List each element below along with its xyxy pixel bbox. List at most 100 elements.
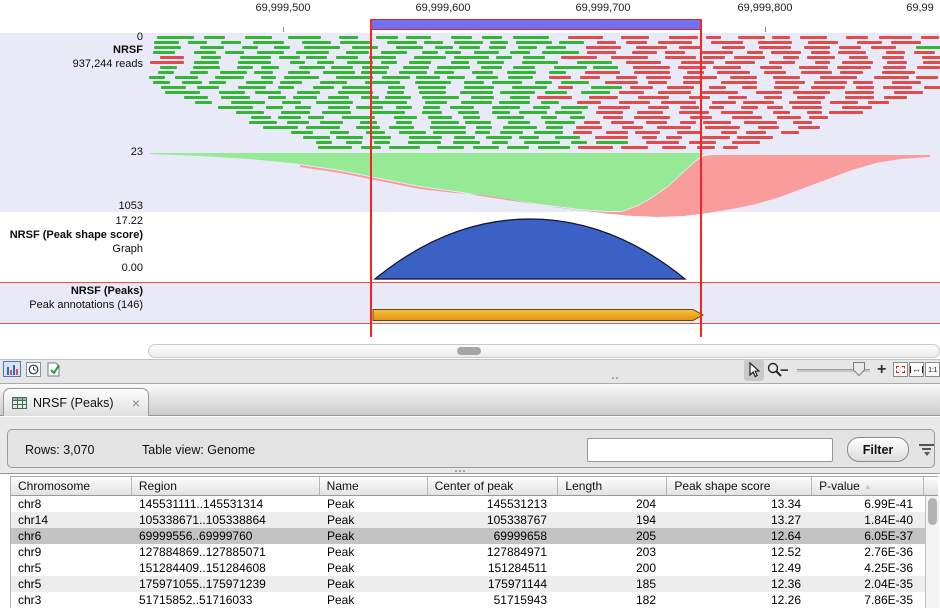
table-row[interactable]: chr14105338671..105338864Peak10533876719… xyxy=(11,512,938,528)
cell: 127884971 xyxy=(428,544,559,560)
read xyxy=(396,106,413,109)
read xyxy=(362,66,389,69)
read xyxy=(316,101,353,104)
read xyxy=(549,71,566,74)
column-header-label: Peak shape score xyxy=(674,479,770,493)
tab-close-icon[interactable]: × xyxy=(132,396,140,410)
scrollbar-thumb[interactable] xyxy=(928,498,937,525)
column-header-label: Chromosome xyxy=(18,479,90,493)
table-splitter-grip[interactable] xyxy=(455,470,465,472)
read xyxy=(801,71,833,74)
read xyxy=(646,141,679,144)
zoom-out-button[interactable]: − xyxy=(780,363,789,378)
column-header-region[interactable]: Region xyxy=(132,477,320,495)
read xyxy=(554,66,587,69)
read xyxy=(336,76,373,79)
read xyxy=(281,111,311,114)
read xyxy=(887,61,907,64)
table-row[interactable]: chr9127884869..127885071Peak127884971203… xyxy=(11,544,938,560)
column-header-center-of-peak[interactable]: Center of peak xyxy=(428,477,559,495)
scrollbar-thumb[interactable] xyxy=(457,347,481,355)
read xyxy=(302,41,332,44)
table-search-input[interactable] xyxy=(587,438,833,462)
read xyxy=(756,91,782,94)
read xyxy=(154,41,179,44)
read xyxy=(634,116,671,119)
track-view-icon[interactable] xyxy=(3,361,21,377)
pointer-tool-icon[interactable] xyxy=(744,359,764,381)
read xyxy=(389,126,414,129)
read xyxy=(297,91,320,94)
cell: chr8 xyxy=(11,496,132,512)
zoom-slider-thumb[interactable] xyxy=(853,362,865,381)
read xyxy=(460,91,493,94)
validate-document-icon[interactable] xyxy=(46,361,61,377)
cell: 145531111..145531314 xyxy=(132,496,320,512)
filter-button[interactable]: Filter xyxy=(847,437,909,462)
track-horizontal-scrollbar[interactable] xyxy=(148,344,940,358)
read xyxy=(288,71,311,74)
splitter-grip[interactable] xyxy=(612,377,618,379)
annotation-shape[interactable] xyxy=(373,310,703,321)
table-row[interactable]: chr5151284409..151284608Peak151284511200… xyxy=(11,560,938,576)
read xyxy=(201,56,222,59)
zoom-to-selection-button[interactable] xyxy=(893,362,908,377)
table-row[interactable]: chr669999556..69999760Peak6999965820512.… xyxy=(11,528,938,544)
read xyxy=(657,126,691,129)
zoom-in-button[interactable]: + xyxy=(877,362,886,377)
history-clock-icon[interactable] xyxy=(26,362,41,377)
advanced-filter-icon[interactable] xyxy=(918,444,935,457)
one-to-one-zoom-button[interactable]: 1:1 xyxy=(925,362,940,377)
table-row[interactable]: chr351715852..51716033Peak5171594318212.… xyxy=(11,592,938,608)
sort-ascending-icon: ▲ xyxy=(864,482,872,491)
cell: 175971055..175971239 xyxy=(132,576,320,592)
fit-width-button[interactable]: ↔ xyxy=(909,362,924,377)
read xyxy=(680,106,698,109)
read xyxy=(340,41,370,44)
read xyxy=(193,66,220,69)
cell: 2.76E-36 xyxy=(813,544,925,560)
column-header-name[interactable]: Name xyxy=(320,477,428,495)
read xyxy=(561,81,590,84)
read xyxy=(422,51,439,54)
ruler-tick xyxy=(765,27,766,32)
peak-annotation-arrow[interactable] xyxy=(148,306,940,324)
read xyxy=(723,146,739,149)
read xyxy=(221,41,241,44)
column-header-label: Region xyxy=(139,479,177,493)
tab-bar: NRSF (Peaks) × xyxy=(0,384,940,416)
cell: Peak xyxy=(320,512,428,528)
table-body: chr8145531111..145531314Peak145531213204… xyxy=(11,496,938,608)
table-row[interactable]: chr8145531111..145531314Peak145531213204… xyxy=(11,496,938,512)
read xyxy=(728,96,748,99)
read xyxy=(381,61,398,64)
column-header-length[interactable]: Length xyxy=(558,477,667,495)
read xyxy=(811,86,845,89)
column-header-p-value[interactable]: P-value▲ xyxy=(812,477,924,495)
read xyxy=(734,56,765,59)
read xyxy=(533,106,550,109)
ruler-selection-bar[interactable] xyxy=(371,19,701,30)
tab-nrsf-peaks[interactable]: NRSF (Peaks) × xyxy=(3,388,149,416)
read xyxy=(370,111,405,114)
column-header-chromosome[interactable]: Chromosome xyxy=(11,477,132,495)
table-vertical-scrollbar[interactable] xyxy=(925,496,939,608)
read xyxy=(339,36,358,39)
read xyxy=(581,91,610,94)
column-header-peak-shape-score[interactable]: Peak shape score xyxy=(667,477,812,495)
read xyxy=(774,86,799,89)
read xyxy=(587,51,616,54)
read xyxy=(578,146,613,149)
read xyxy=(394,116,417,119)
read xyxy=(475,131,491,134)
table-row[interactable]: chr5175971055..175971239Peak175971144185… xyxy=(11,576,938,592)
read xyxy=(513,66,535,69)
read xyxy=(238,61,271,64)
cell: 4.25E-36 xyxy=(813,560,925,576)
column-header-label: Center of peak xyxy=(435,479,514,493)
read xyxy=(846,36,868,39)
read xyxy=(513,36,549,39)
read xyxy=(759,46,792,49)
cell: 51715943 xyxy=(428,592,559,608)
read xyxy=(282,101,301,104)
